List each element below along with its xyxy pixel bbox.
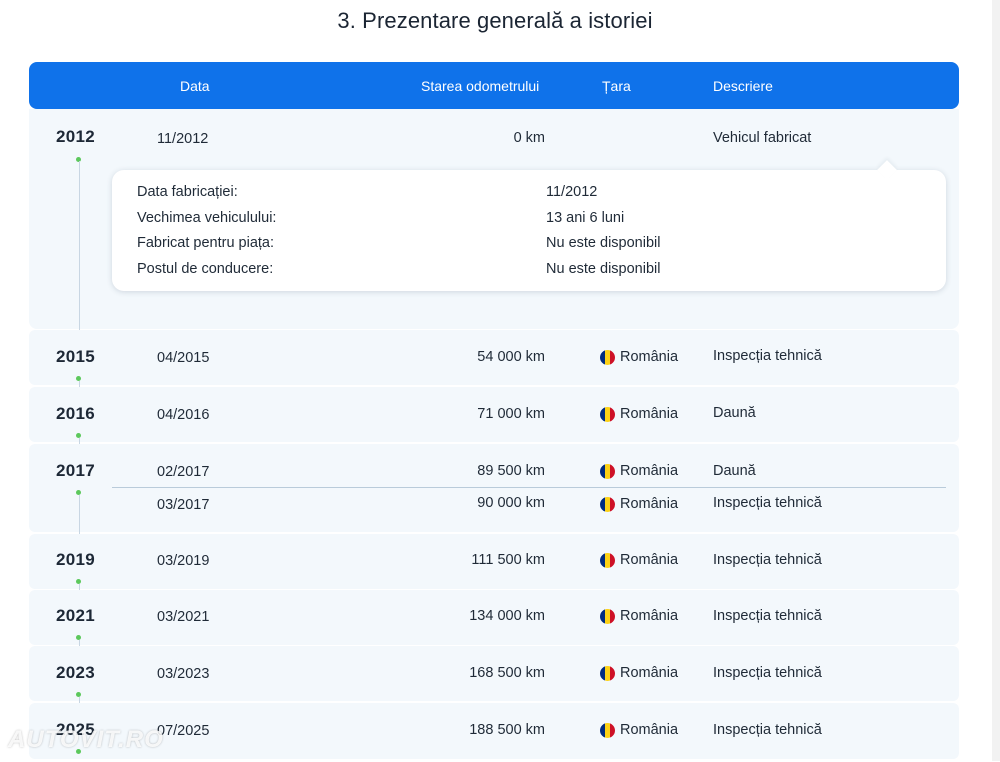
row-date: 02/2017 [157, 464, 210, 480]
year-group-2015[interactable]: 2015 04/2015 54 000 km România Inspecția… [29, 330, 959, 389]
year-label: 2019 [56, 550, 96, 569]
row-date: 11/2012 [157, 131, 209, 147]
row-date: 03/2019 [157, 553, 210, 569]
romania-flag-icon [600, 496, 615, 512]
romania-flag-icon [600, 665, 615, 681]
country-label: România [620, 349, 679, 365]
header-country: Țara [602, 78, 631, 94]
row-country: România [600, 608, 678, 624]
timeline-line [79, 495, 80, 535]
row-date: 03/2017 [157, 497, 210, 513]
romania-flag-icon [600, 608, 615, 624]
detail-value: 11/2012 [546, 184, 598, 200]
country-label: România [620, 463, 679, 479]
detail-label: Vechimea vehiculului: [137, 210, 277, 226]
year-group-2021[interactable]: 2021 03/2021 134 000 km România Inspecți… [29, 590, 959, 649]
row-date: 04/2016 [157, 407, 210, 423]
row-description: Inspecția tehnică [713, 552, 822, 568]
country-label: România [620, 722, 679, 738]
romania-flag-icon [600, 406, 615, 422]
detail-value: 13 ani 6 luni [546, 210, 625, 226]
row-odometer: 188 500 km [469, 722, 545, 738]
detail-value: Nu este disponibil [546, 261, 661, 277]
header-odometer: Starea odometrului [421, 78, 540, 94]
row-date: 07/2025 [157, 723, 210, 739]
romania-flag-icon [600, 463, 615, 479]
row-country: România [600, 552, 678, 568]
romania-flag-icon [600, 552, 615, 568]
year-group-2016[interactable]: 2016 04/2016 71 000 km România Daună [29, 387, 959, 446]
timeline-line [79, 161, 80, 341]
header-date: Data [180, 78, 210, 94]
row-description: Inspecția tehnică [713, 665, 822, 681]
year-label: 2016 [56, 404, 96, 423]
year-group-2017[interactable]: 2017 02/2017 89 500 km România Daună 03/… [29, 444, 959, 535]
year-label: 2021 [56, 606, 96, 625]
detail-row: Data fabricației: 11/2012 [137, 184, 937, 204]
row-divider [112, 487, 946, 488]
row-description: Inspecția tehnică [713, 722, 822, 738]
country-label: România [620, 496, 679, 512]
row-odometer: 89 500 km [477, 463, 545, 479]
row-description[interactable]: Vehicul fabricat [713, 130, 811, 146]
detail-label: Fabricat pentru piața: [137, 235, 275, 251]
row-date: 04/2015 [157, 350, 210, 366]
row-odometer: 111 500 km [471, 552, 545, 568]
row-country: România [600, 406, 678, 422]
header-description: Descriere [713, 78, 773, 94]
scrollbar[interactable] [992, 0, 1000, 761]
country-label: România [620, 552, 679, 568]
row-country: România [600, 665, 678, 681]
year-label: 2023 [56, 663, 96, 682]
country-label: România [620, 406, 679, 422]
row-date: 03/2023 [157, 666, 210, 682]
detail-row: Postul de conducere: Nu este disponibil [137, 261, 937, 281]
page-title: 3. Prezentare generală a istoriei [337, 8, 653, 33]
history-table: Data Starea odometrului Țara Descriere 2… [29, 62, 959, 762]
row-date: 03/2021 [157, 609, 210, 625]
row-odometer: 71 000 km [477, 406, 545, 422]
row-description: Inspecția tehnică [713, 608, 822, 624]
country-label: România [620, 665, 679, 681]
row-description: Daună [713, 405, 756, 421]
row-description: Daună [713, 463, 756, 479]
detail-row: Fabricat pentru piața: Nu este disponibi… [137, 235, 937, 255]
year-group-2019[interactable]: 2019 03/2019 111 500 km România Inspecți… [29, 534, 959, 593]
year-group-2025[interactable]: 2025 07/2025 188 500 km România Inspecți… [29, 703, 959, 759]
row-odometer: 134 000 km [469, 608, 545, 624]
row-country: România [600, 496, 678, 512]
year-label: 2015 [56, 347, 96, 366]
year-group-2023[interactable]: 2023 03/2023 168 500 km România Inspecți… [29, 646, 959, 705]
year-label: 2017 [56, 461, 96, 480]
year-group-2012: 2012 11/2012 0 km Vehicul fabricat Data … [29, 109, 959, 341]
detail-label: Postul de conducere: [137, 261, 274, 277]
row-odometer: 168 500 km [469, 665, 545, 681]
row-country: România [600, 463, 678, 479]
watermark-logo: AUTOVIT.RO [8, 726, 164, 753]
row-description: Inspecția tehnică [713, 348, 822, 364]
details-popover: Data fabricației: 11/2012 Vechimea vehic… [112, 160, 946, 291]
row-odometer: 54 000 km [477, 349, 545, 365]
popover-arrow [877, 160, 897, 180]
detail-label: Data fabricației: [137, 184, 238, 200]
table-header: Data Starea odometrului Țara Descriere [29, 62, 959, 109]
romania-flag-icon [600, 349, 615, 365]
country-label: România [620, 608, 679, 624]
detail-value: Nu este disponibil [546, 235, 661, 251]
row-description: Inspecția tehnică [713, 495, 822, 511]
row-odometer: 0 km [513, 130, 545, 146]
row-country: România [600, 349, 678, 365]
row-country: România [600, 722, 678, 738]
detail-row: Vechimea vehiculului: 13 ani 6 luni [137, 210, 937, 230]
year-label: 2012 [56, 127, 96, 146]
row-odometer: 90 000 km [477, 495, 545, 511]
romania-flag-icon [600, 722, 615, 738]
